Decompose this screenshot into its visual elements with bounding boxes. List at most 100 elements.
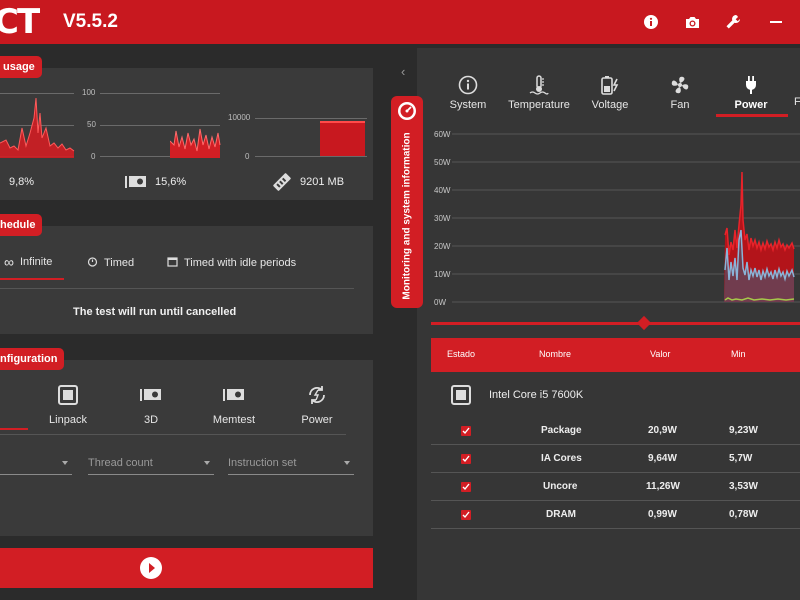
- row-uncore-checkbox[interactable]: [461, 482, 471, 492]
- tool-3d[interactable]: 3D: [121, 384, 181, 426]
- configuration-tag: nfiguration: [0, 348, 65, 370]
- gpu-card-icon: [121, 384, 181, 406]
- tab-voltage[interactable]: Voltage: [574, 74, 646, 111]
- row-uncore-name: Uncore: [543, 481, 578, 492]
- instruction-set-label: Instruction set: [228, 457, 297, 469]
- first-dropdown[interactable]: [0, 457, 72, 475]
- row-uncore-min: 3,53W: [729, 481, 758, 492]
- camera-icon[interactable]: [682, 12, 702, 32]
- plug-icon: [715, 74, 787, 96]
- usage-panel: 9,8% 100 50 0 15,6% 10000 0 9201 MB: [0, 68, 373, 200]
- tool-memtest-label: Memtest: [212, 414, 256, 426]
- tab-timed[interactable]: Timed: [87, 256, 134, 270]
- header-min[interactable]: Min: [731, 349, 746, 359]
- minimize-icon[interactable]: [766, 12, 786, 32]
- row-separator: [431, 472, 800, 473]
- tool-linpack-label: Linpack: [49, 414, 87, 426]
- collapse-panel-icon[interactable]: ‹: [401, 64, 405, 79]
- wrench-icon[interactable]: [723, 12, 743, 32]
- calendar-icon: [167, 256, 178, 270]
- info-icon: [432, 74, 504, 96]
- thread-count-dropdown[interactable]: Thread count: [88, 457, 214, 475]
- gpu-axis-zero: 0: [91, 152, 96, 161]
- thermometer-icon: [503, 74, 575, 96]
- tab-temperature[interactable]: Temperature: [503, 74, 575, 111]
- row-package-value: 20,9W: [648, 425, 677, 436]
- tab-voltage-label: Voltage: [591, 99, 629, 111]
- app-version: V5.5.2: [63, 11, 118, 32]
- mem-axis-top: 10000: [228, 113, 251, 122]
- memory-usage-value: 9201 MB: [300, 176, 345, 188]
- row-package-checkbox[interactable]: [461, 426, 471, 436]
- row-ia-cores-checkbox[interactable]: [461, 454, 471, 464]
- y-axis-label: 10W: [434, 270, 451, 279]
- timeline-slider-track[interactable]: [431, 322, 800, 325]
- play-icon: [139, 556, 163, 585]
- row-separator: [431, 500, 800, 501]
- tab-infinite[interactable]: ∞ Infinite: [4, 255, 52, 269]
- row-separator: [431, 444, 800, 445]
- tab-overflow-stub: F: [794, 96, 800, 108]
- memory-icon: [272, 172, 292, 197]
- monitoring-side-tab-label: Monitoring and system information: [401, 132, 413, 300]
- gpu-usage-value: 15,6%: [155, 176, 187, 188]
- row-dram-value: 0,99W: [648, 509, 677, 520]
- power-chart: [452, 133, 800, 303]
- schedule-panel: ∞ Infinite Timed Timed with idle periods…: [0, 226, 373, 334]
- device-name: Intel Core i5 7600K: [489, 389, 584, 401]
- info-icon[interactable]: [641, 12, 661, 32]
- row-dram-checkbox[interactable]: [461, 510, 471, 520]
- tab-power[interactable]: Power: [715, 74, 787, 111]
- title-bar: CT V5.5.2: [0, 0, 800, 44]
- row-dram-min: 0,78W: [729, 509, 758, 520]
- gpu-usage-graph: [170, 128, 221, 158]
- header-estado[interactable]: Estado: [447, 349, 475, 359]
- tab-fan-label: Fan: [670, 99, 690, 111]
- tab-temperature-label: Temperature: [508, 99, 570, 111]
- power-cycle-icon: [287, 384, 347, 406]
- tab-timed-idle-label: Timed with idle periods: [184, 257, 297, 269]
- tab-timed-idle[interactable]: Timed with idle periods: [167, 256, 296, 270]
- monitoring-side-tab-text: Monitoring and system information: [391, 96, 423, 308]
- battery-bolt-icon: [574, 74, 646, 96]
- cpu-chip-icon: [38, 384, 98, 406]
- row-package-name: Package: [541, 425, 582, 436]
- tool-linpack[interactable]: Linpack: [38, 384, 98, 426]
- row-package-min: 9,23W: [729, 425, 758, 436]
- row-uncore-value: 11,26W: [646, 481, 680, 492]
- fan-icon: [644, 74, 716, 96]
- timer-icon: [87, 256, 98, 270]
- header-nombre[interactable]: Nombre: [539, 349, 571, 359]
- active-tab-indicator: [0, 278, 64, 280]
- y-axis-label: 20W: [434, 242, 451, 251]
- memory-usage-bar: [320, 121, 365, 156]
- cpu-usage-value: 9,8%: [9, 176, 35, 188]
- schedule-message: The test will run until cancelled: [73, 306, 237, 318]
- tool-power[interactable]: Power: [287, 384, 347, 426]
- y-axis-label: 50W: [434, 158, 451, 167]
- row-separator: [431, 528, 800, 529]
- tab-fan[interactable]: Fan: [644, 74, 716, 111]
- header-valor[interactable]: Valor: [650, 349, 670, 359]
- schedule-divider: [0, 288, 354, 289]
- tab-system[interactable]: System: [432, 74, 504, 111]
- tab-system-label: System: [449, 99, 487, 111]
- tab-timed-label: Timed: [104, 257, 135, 269]
- usage-tag: usage: [0, 56, 42, 78]
- instruction-set-dropdown[interactable]: Instruction set: [228, 457, 354, 475]
- tool-memtest[interactable]: Memtest: [204, 384, 264, 426]
- row-ia-cores-value: 9,64W: [648, 453, 677, 464]
- app-logo: CT: [0, 2, 40, 42]
- row-ia-cores-min: 5,7W: [729, 453, 753, 464]
- config-divider: [0, 434, 346, 435]
- schedule-tag: hedule: [0, 214, 43, 236]
- mem-axis-zero: 0: [245, 152, 250, 161]
- active-monitor-tab-indicator: [716, 114, 788, 117]
- memory-icon: [204, 384, 264, 406]
- tab-power-label: Power: [734, 99, 768, 111]
- row-ia-cores-name: IA Cores: [541, 453, 582, 464]
- thread-count-label: Thread count: [88, 457, 153, 469]
- y-axis-label: 60W: [434, 130, 451, 139]
- y-axis-label: 0W: [434, 298, 446, 307]
- start-test-button[interactable]: [0, 548, 373, 588]
